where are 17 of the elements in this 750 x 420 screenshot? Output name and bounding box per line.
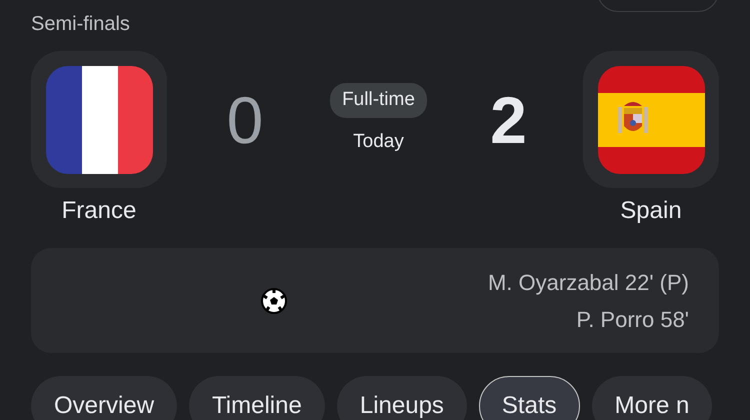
tab[interactable]: More n — [592, 376, 712, 420]
team-name: France — [60, 196, 138, 226]
soccer-ball-icon — [261, 288, 288, 314]
tab[interactable]: Stats — [478, 376, 580, 420]
match-date: Today — [353, 130, 404, 154]
tab[interactable]: Overview — [31, 376, 178, 420]
tab[interactable]: Timeline — [189, 376, 325, 420]
flag-icon — [598, 66, 704, 174]
team-name: Spain — [619, 196, 683, 226]
scorer-text: M. Oyarzabal 22' (P) — [486, 268, 690, 297]
team-score: 0 — [226, 86, 264, 152]
tab[interactable]: Lineups — [336, 376, 467, 420]
stage-label: Semi-finals — [31, 12, 130, 36]
match-status: Full-time — [330, 83, 427, 118]
scorer-text: P. Porro 58' — [575, 306, 690, 334]
team-score: 2 — [490, 86, 527, 152]
flag-icon — [46, 66, 152, 174]
